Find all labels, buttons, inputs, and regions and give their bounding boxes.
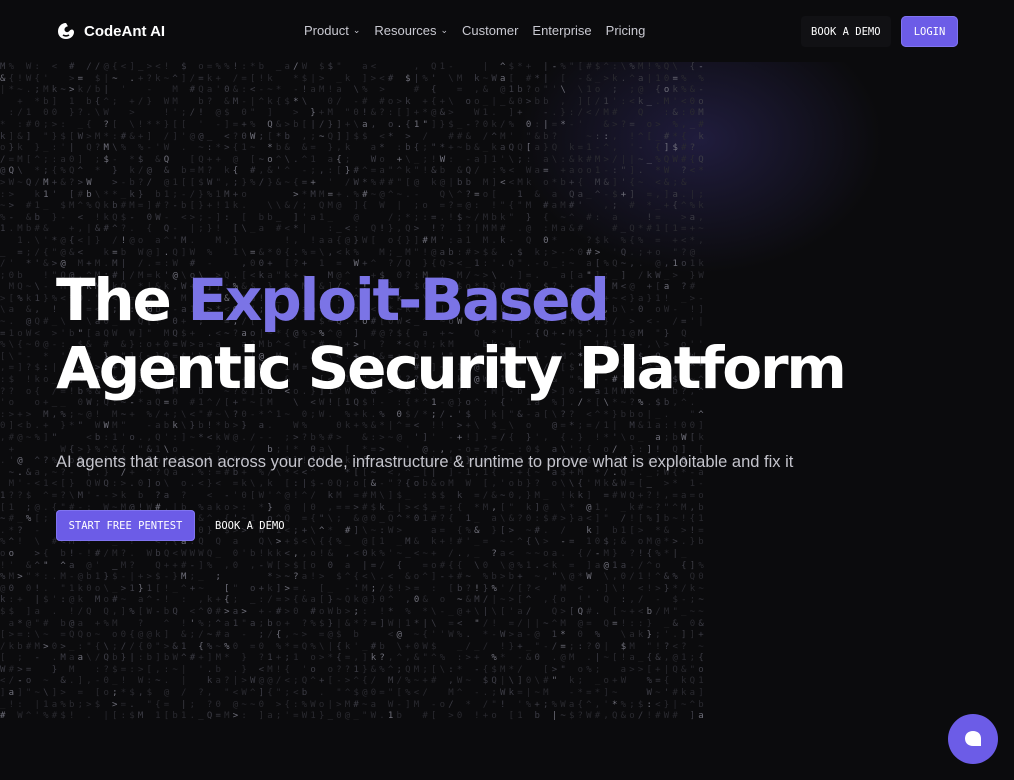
headline-accent: Exploit-Based [187, 266, 610, 334]
nav-enterprise[interactable]: Enterprise [532, 23, 591, 38]
headline-line2: Agentic Security Platform [56, 334, 847, 402]
nav-customer-label: Customer [462, 23, 519, 38]
brand-name: CodeAnt AI [84, 22, 166, 40]
main-nav: Product ⌄ Resources ⌄ Customer Enterpris… [304, 23, 659, 38]
nav-resources[interactable]: Resources ⌄ [374, 23, 448, 38]
chat-bubble-icon [965, 731, 981, 746]
brand-logo[interactable]: CodeAnt AI [56, 21, 165, 41]
book-demo-button-hero[interactable]: BOOK A DEMO [205, 510, 295, 541]
nav-pricing[interactable]: Pricing [606, 23, 646, 38]
codeant-logo-icon [58, 23, 74, 39]
nav-enterprise-label: Enterprise [532, 23, 592, 38]
nav-product-label: Product [304, 23, 349, 38]
headline-prefix: The [56, 266, 172, 334]
hero-subtitle: AI agents that reason across your code, … [56, 453, 794, 471]
nav-resources-label: Resources [374, 23, 437, 38]
start-free-pentest-button[interactable]: START FREE PENTEST [56, 510, 195, 541]
nav-product[interactable]: Product ⌄ [304, 23, 360, 38]
book-demo-button-header[interactable]: BOOK A DEMO [801, 16, 891, 47]
chevron-down-icon: ⌄ [440, 25, 449, 35]
chat-widget-button[interactable] [948, 714, 998, 764]
hero-headline: The Exploit-Based Agentic Security Platf… [56, 266, 847, 402]
nav-customer[interactable]: Customer [462, 23, 518, 38]
nav-pricing-label: Pricing [605, 23, 646, 38]
chevron-down-icon: ⌄ [352, 25, 361, 35]
login-button[interactable]: LOGIN [901, 16, 958, 47]
top-navigation-bar: CodeAnt AI Product ⌄ Resources ⌄ Custome… [0, 0, 1014, 62]
